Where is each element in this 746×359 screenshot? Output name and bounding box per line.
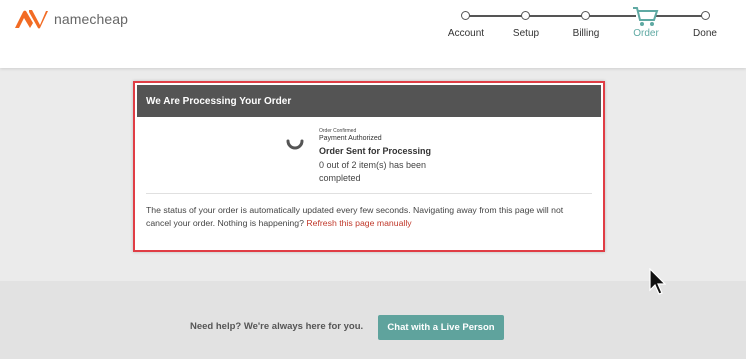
cart-icon (633, 7, 659, 26)
step-label-done: Done (693, 28, 717, 39)
help-section (0, 281, 746, 359)
namecheap-logo-icon (15, 10, 48, 29)
step-connector (466, 15, 526, 17)
checkout-progress: Account Setup Billing Order Done (446, 6, 736, 46)
status-message: The status of your order is automaticall… (146, 204, 586, 230)
order-confirmed-text: Order Confirmed (319, 128, 357, 134)
help-text: Need help? We're always here for you. (190, 321, 364, 332)
order-sent-text: Order Sent for Processing (319, 146, 432, 156)
step-label-setup: Setup (512, 28, 540, 39)
logo-text: namecheap (54, 11, 129, 27)
logo[interactable]: namecheap (13, 8, 128, 30)
divider (146, 193, 592, 194)
payment-authorized-text: Payment Authorized (319, 135, 382, 142)
step-label-account: Account (447, 28, 485, 39)
step-connector (586, 15, 636, 17)
mouse-cursor-icon (649, 268, 666, 295)
order-processing-card: We Are Processing Your Order Order Confi… (133, 81, 605, 252)
loading-spinner-icon (286, 139, 304, 150)
card-title: We Are Processing Your Order (137, 85, 601, 117)
step-dot-billing (581, 11, 590, 20)
refresh-link[interactable]: Refresh this page manually (306, 218, 411, 228)
step-dot-account (461, 11, 470, 20)
step-connector (656, 15, 706, 17)
items-progress-text: 0 out of 2 item(s) has been completed (319, 160, 427, 183)
step-dot-done (701, 11, 710, 20)
step-connector (526, 15, 586, 17)
step-label-billing: Billing (572, 28, 600, 39)
step-dot-setup (521, 11, 530, 20)
step-label-order: Order (633, 28, 659, 39)
chat-live-person-button[interactable]: Chat with a Live Person (378, 315, 504, 340)
header: namecheap Account Setup Billing Order Do… (0, 0, 746, 68)
